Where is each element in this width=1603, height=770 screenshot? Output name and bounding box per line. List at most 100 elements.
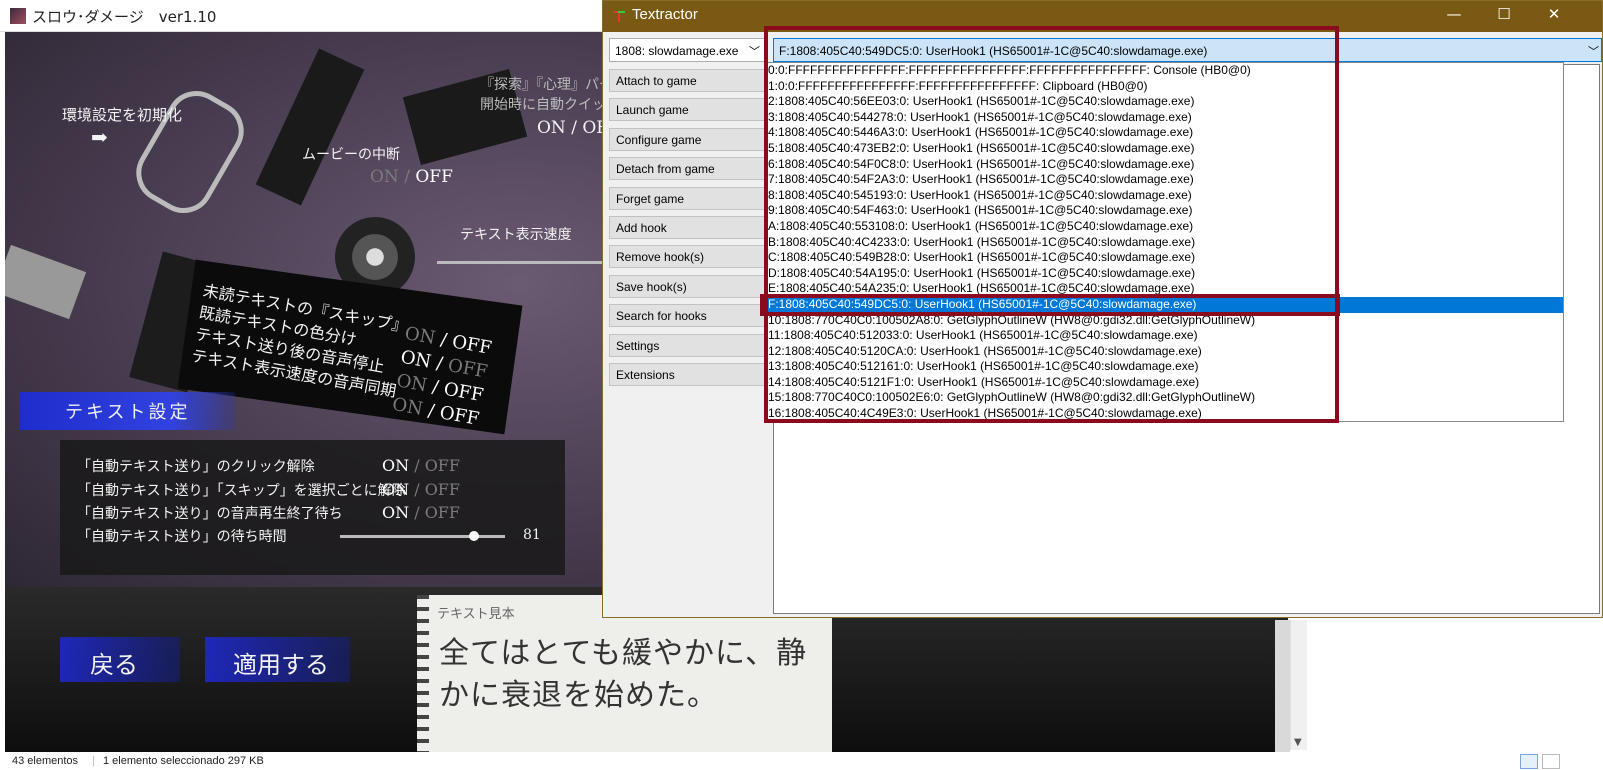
button-label: Remove hook(s) bbox=[616, 250, 705, 265]
notebook-spiral bbox=[417, 595, 429, 752]
hook-list-item[interactable]: 13:1808:405C40:512161:0: UserHook1 (HS65… bbox=[765, 359, 1563, 375]
auto-quick-label-line2: 開始時に自動クイッ bbox=[480, 97, 606, 113]
auto-click-release-label: 「自動テキスト送り」のクリック解除 bbox=[77, 459, 315, 475]
text-speed-label: テキスト表示速度 bbox=[460, 227, 572, 243]
wait-time-slider[interactable] bbox=[340, 535, 505, 538]
status-divider: | bbox=[92, 755, 95, 767]
hook-dropdown-list[interactable]: 0:0:FFFFFFFFFFFFFFFF:FFFFFFFFFFFFFFFF:FF… bbox=[764, 62, 1564, 422]
button-label: Settings bbox=[616, 338, 660, 353]
auto-skip-release-toggle[interactable]: ON / OFF bbox=[382, 480, 460, 499]
hook-list-item[interactable]: 4:1808:405C40:5446A3:0: UserHook1 (HS650… bbox=[765, 125, 1563, 141]
pliers-icon bbox=[125, 80, 255, 224]
btn-forget-game[interactable]: Forget game bbox=[609, 186, 766, 210]
hook-list-item[interactable]: E:1808:405C40:54A235:0: UserHook1 (HS650… bbox=[765, 281, 1563, 297]
hook-select-value: F:1808:405C40:549DC5:0: UserHook1 (HS650… bbox=[779, 44, 1208, 58]
hook-list-item[interactable]: 16:1808:405C40:4C49E3:0: UserHook1 (HS65… bbox=[765, 406, 1563, 421]
reset-arrow-icon[interactable]: ➡ bbox=[91, 125, 108, 149]
button-label: Detach from game bbox=[616, 162, 715, 177]
game-window-title: スロウ･ダメージ ver1.10 bbox=[32, 8, 217, 26]
section-title: テキスト設定 bbox=[65, 402, 191, 423]
tiles-view-icon[interactable] bbox=[1542, 754, 1560, 769]
game-titlebar[interactable]: スロウ･ダメージ ver1.10 bbox=[0, 0, 620, 32]
button-label: Forget game bbox=[616, 191, 685, 206]
btn-add-hook[interactable]: Add hook bbox=[609, 216, 766, 239]
btn-extensions[interactable]: Extensions bbox=[609, 363, 766, 386]
button-label: Search for hooks bbox=[616, 309, 707, 324]
chevron-down-icon[interactable]: ﹀ bbox=[749, 43, 760, 59]
minimize-icon[interactable]: — bbox=[1434, 5, 1474, 23]
btn-launch-game[interactable]: Launch game bbox=[609, 98, 766, 122]
auto-quick-label-line1: 『探索』『心理』パー bbox=[480, 77, 613, 93]
maximize-icon[interactable]: ☐ bbox=[1484, 5, 1524, 23]
explorer-scrollbar[interactable]: ▼ bbox=[1290, 620, 1307, 750]
hook-select[interactable]: F:1808:405C40:549DC5:0: UserHook1 (HS650… bbox=[773, 38, 1602, 62]
btn-settings[interactable]: Settings bbox=[609, 333, 766, 357]
text-sample-content: 全てはとても緩やかに、静かに衰退を始めた。 bbox=[439, 636, 808, 713]
hook-list-item[interactable]: 10:1808:770C40C0:100502A8:0: GetGlyphOut… bbox=[765, 313, 1563, 329]
hook-list-item[interactable]: 0:0:FFFFFFFFFFFFFFFF:FFFFFFFFFFFFFFFF:FF… bbox=[765, 63, 1563, 79]
hook-list-item[interactable]: 1:0:0:FFFFFFFFFFFFFFFF:FFFFFFFFFFFFFFFF:… bbox=[765, 79, 1563, 95]
wait-time-slider-knob[interactable] bbox=[468, 531, 479, 541]
btn-search-for-hooks[interactable]: Search for hooks bbox=[609, 304, 766, 328]
hook-list-item[interactable]: 12:1808:405C40:5120CA:0: UserHook1 (HS65… bbox=[765, 344, 1563, 360]
scroll-down-icon[interactable]: ▼ bbox=[1294, 737, 1302, 748]
hook-list-item[interactable]: A:1808:405C40:553108:0: UserHook1 (HS650… bbox=[765, 219, 1563, 235]
btn-remove-hook-s[interactable]: Remove hook(s) bbox=[609, 245, 766, 269]
auto-skip-release-label: 「自動テキスト送り」「スキップ」を選択ごとに解除 bbox=[77, 483, 406, 499]
hook-list-item[interactable]: 3:1808:405C40:544278:0: UserHook1 (HS650… bbox=[765, 110, 1563, 126]
hook-list-item[interactable]: 8:1808:405C40:545193:0: UserHook1 (HS650… bbox=[765, 188, 1563, 204]
wait-time-value: 81 bbox=[523, 527, 541, 543]
btn-detach-from-game[interactable]: Detach from game bbox=[609, 157, 766, 181]
button-label: Attach to game bbox=[616, 74, 697, 88]
text-speed-slider[interactable] bbox=[437, 261, 602, 264]
reset-settings-label[interactable]: 環境設定を初期化 bbox=[62, 104, 182, 125]
explorer-panel-edge bbox=[1275, 620, 1290, 752]
paint-roller-handle bbox=[5, 244, 87, 320]
button-label: Add hook bbox=[616, 221, 667, 235]
details-view-icon[interactable] bbox=[1520, 754, 1538, 769]
auto-wait-time-label: 「自動テキスト送り」の待ち時間 bbox=[77, 529, 287, 545]
hook-list-item[interactable]: 2:1808:405C40:56EE03:0: UserHook1 (HS650… bbox=[765, 94, 1563, 110]
button-label: Extensions bbox=[616, 368, 675, 382]
scraper-icon bbox=[255, 48, 365, 206]
skip-toggles: ON / OFF ON / OFF ON / OFF ON / OFF bbox=[390, 322, 494, 432]
process-select-value: 1808: slowdamage.exe bbox=[615, 44, 739, 58]
game-app-icon bbox=[10, 8, 26, 24]
textractor-title: Textractor bbox=[632, 6, 698, 23]
textractor-titlebar[interactable]: Textractor — ☐ ✕ bbox=[603, 1, 1602, 32]
hook-list-item[interactable]: 15:1808:770C40C0:100502E6:0: GetGlyphOut… bbox=[765, 390, 1563, 406]
hook-list-item[interactable]: C:1808:405C40:549B28:0: UserHook1 (HS650… bbox=[765, 250, 1563, 266]
hook-list-item[interactable]: 5:1808:405C40:473EB2:0: UserHook1 (HS650… bbox=[765, 141, 1563, 157]
hook-list-item[interactable]: 9:1808:405C40:54F463:0: UserHook1 (HS650… bbox=[765, 203, 1563, 219]
explorer-status-bar: 43 elementos | 1 elemento seleccionado 2… bbox=[0, 752, 1603, 770]
textractor-logo-icon bbox=[614, 11, 625, 22]
close-icon[interactable]: ✕ bbox=[1534, 5, 1574, 23]
item-count: 43 elementos bbox=[12, 755, 79, 767]
auto-voice-wait-toggle[interactable]: ON / OFF bbox=[382, 503, 460, 522]
back-button[interactable]: 戻る bbox=[90, 645, 138, 680]
hook-list-item[interactable]: 7:1808:405C40:54F2A3:0: UserHook1 (HS650… bbox=[765, 172, 1563, 188]
hook-list-item[interactable]: 6:1808:405C40:54F0C8:0: UserHook1 (HS650… bbox=[765, 157, 1563, 173]
hook-list-item[interactable]: 11:1808:405C40:512033:0: UserHook1 (HS65… bbox=[765, 328, 1563, 344]
text-sample-paper: テキスト見本 全てはとても緩やかに、静かに衰退を始めた。 bbox=[417, 595, 832, 752]
auto-quick-toggle[interactable]: ON / OF bbox=[537, 118, 608, 138]
btn-attach-to-game[interactable]: Attach to game bbox=[609, 69, 766, 92]
auto-click-release-toggle[interactable]: ON / OFF bbox=[382, 456, 460, 475]
chevron-down-icon[interactable]: ﹀ bbox=[1588, 43, 1599, 59]
hook-list-item[interactable]: B:1808:405C40:4C4233:0: UserHook1 (HS650… bbox=[765, 235, 1563, 251]
button-label: Configure game bbox=[616, 132, 702, 147]
btn-configure-game[interactable]: Configure game bbox=[609, 127, 766, 151]
movie-skip-toggle[interactable]: ON / OFF bbox=[370, 167, 453, 187]
hook-list-item[interactable]: 14:1808:405C40:5121F1:0: UserHook1 (HS65… bbox=[765, 375, 1563, 391]
apply-button[interactable]: 適用する bbox=[233, 645, 329, 680]
auto-voice-wait-label: 「自動テキスト送り」の音声再生終了待ち bbox=[77, 506, 343, 522]
hook-list-item[interactable]: D:1808:405C40:54A195:0: UserHook1 (HS650… bbox=[765, 266, 1563, 282]
process-select[interactable]: 1808: slowdamage.exe ﹀ bbox=[609, 38, 766, 62]
button-label: Save hook(s) bbox=[616, 279, 687, 294]
selection-info: 1 elemento seleccionado 297 KB bbox=[103, 755, 264, 767]
btn-save-hook-s[interactable]: Save hook(s) bbox=[609, 274, 766, 298]
text-sample-label: テキスト見本 bbox=[437, 607, 515, 622]
movie-skip-label: ムービーの中断 bbox=[302, 147, 400, 163]
button-label: Launch game bbox=[616, 103, 689, 118]
hook-list-item-selected[interactable]: F:1808:405C40:549DC5:0: UserHook1 (HS650… bbox=[765, 296, 1563, 313]
